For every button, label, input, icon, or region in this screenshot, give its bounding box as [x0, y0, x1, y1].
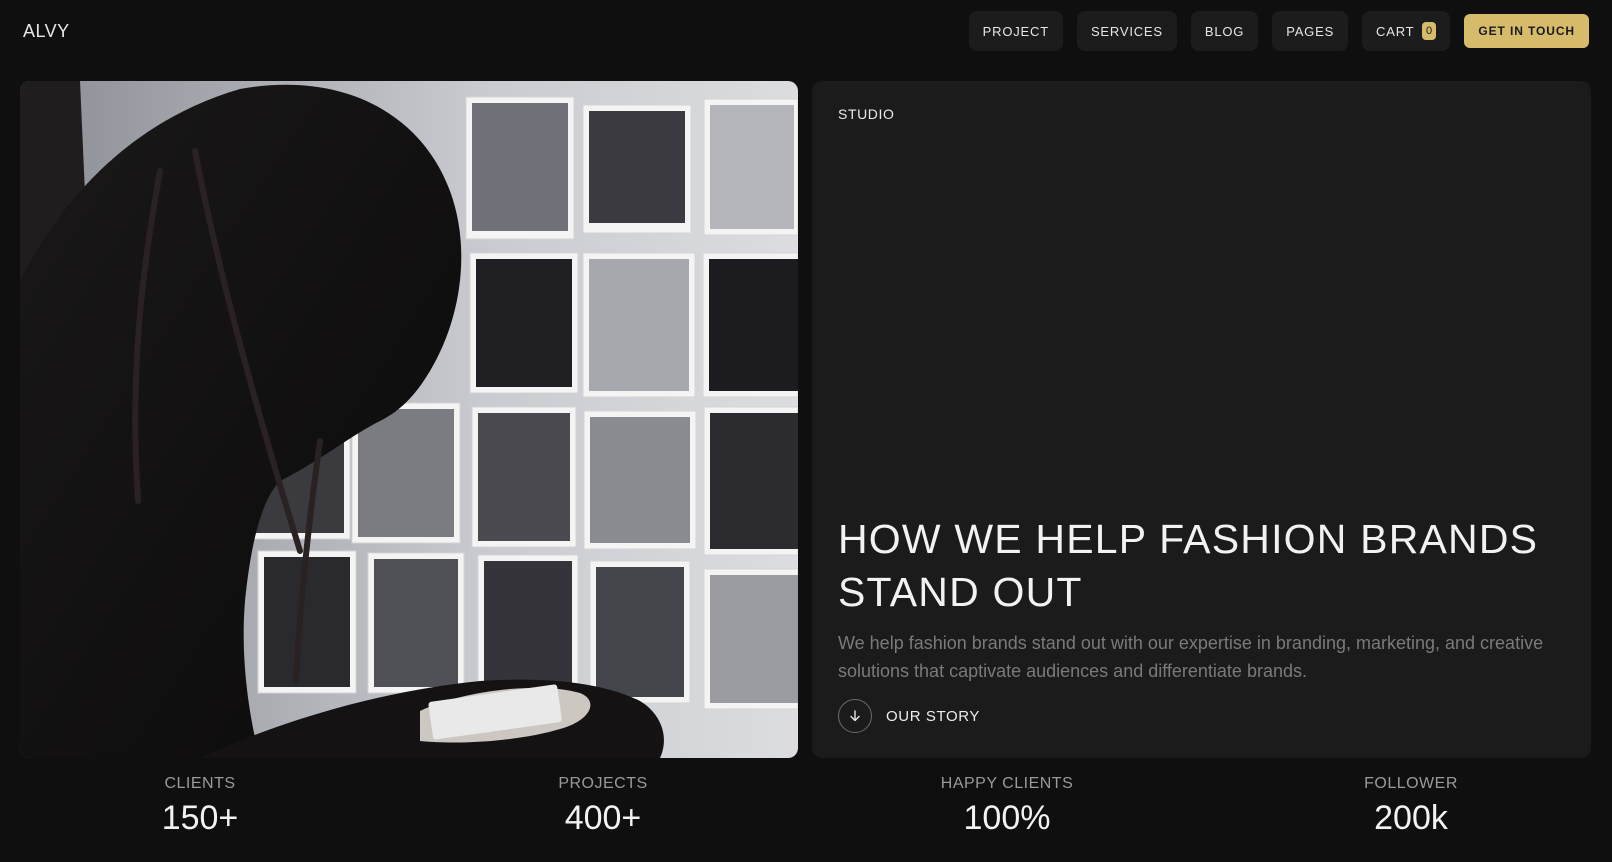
- nav-services[interactable]: SERVICES: [1076, 11, 1177, 51]
- studio-panel: STUDIO HOW WE HELP FASHION BRANDS STAND …: [812, 81, 1591, 758]
- site-header: ALVY PROJECT SERVICES BLOG PAGES CART 0 …: [0, 0, 1612, 64]
- stat-label: FOLLOWER: [1364, 775, 1458, 792]
- nav-pages[interactable]: PAGES: [1272, 11, 1349, 51]
- our-story-label: OUR STORY: [886, 707, 981, 725]
- stat-follower: FOLLOWER 200k: [1261, 770, 1561, 838]
- main-nav: PROJECT SERVICES BLOG PAGES CART 0 GET I…: [968, 11, 1589, 51]
- studio-description: We help fashion brands stand out with ou…: [838, 633, 1544, 681]
- stat-projects: PROJECTS 400+: [453, 770, 753, 838]
- stat-label: PROJECTS: [558, 775, 648, 792]
- cart-label: CART: [1376, 23, 1415, 39]
- stat-value: 100%: [963, 799, 1051, 837]
- nav-blog[interactable]: BLOG: [1190, 11, 1259, 51]
- logo[interactable]: ALVY: [23, 21, 70, 42]
- studio-title: HOW WE HELP FASHION BRANDS STAND OUT: [838, 516, 1539, 615]
- get-in-touch-button[interactable]: GET IN TOUCH: [1464, 14, 1589, 48]
- stat-value: 150+: [161, 799, 239, 837]
- stats-bar: CLIENTS 150+ PROJECTS 400+ HAPPY CLIENTS…: [0, 770, 1612, 862]
- stat-value: 200k: [1374, 799, 1448, 837]
- arrow-down-icon[interactable]: [838, 699, 872, 733]
- cart-count-badge: 0: [1422, 22, 1437, 40]
- studio-eyebrow: STUDIO: [838, 106, 895, 122]
- hero-photo-illustration: [20, 81, 798, 758]
- nav-project[interactable]: PROJECT: [968, 11, 1063, 51]
- stat-label: CLIENTS: [164, 775, 236, 792]
- stat-value: 400+: [564, 799, 642, 837]
- cart-button[interactable]: CART 0: [1362, 11, 1451, 51]
- our-story-link[interactable]: OUR STORY: [838, 699, 980, 733]
- stat-clients: CLIENTS 150+: [50, 770, 350, 838]
- stat-happy-clients: HAPPY CLIENTS 100%: [857, 770, 1157, 838]
- hero-photo: [20, 81, 798, 758]
- stat-label: HAPPY CLIENTS: [940, 775, 1074, 792]
